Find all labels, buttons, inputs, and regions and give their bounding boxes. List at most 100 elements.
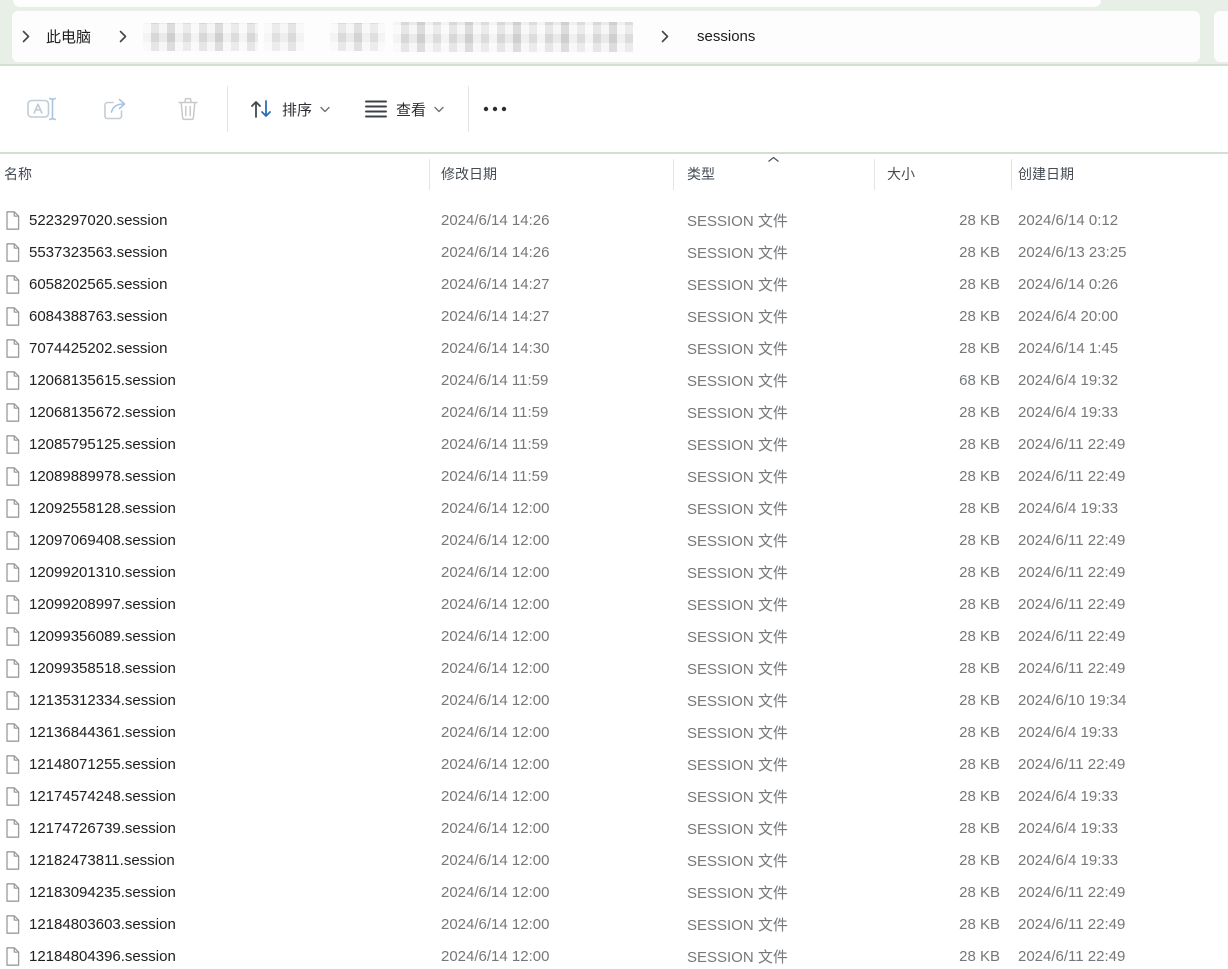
file-row[interactable]: 5223297020.session 2024/6/14 14:26 SESSI… bbox=[0, 204, 1228, 236]
file-size: 28 KB bbox=[874, 404, 1011, 421]
file-name: 5223297020.session bbox=[29, 212, 167, 229]
file-type: SESSION 文件 bbox=[674, 914, 874, 935]
view-button-label: 查看 bbox=[396, 99, 426, 120]
file-name: 5537323563.session bbox=[29, 244, 167, 261]
delete-button[interactable] bbox=[168, 89, 208, 129]
file-icon bbox=[5, 403, 20, 422]
sort-ascending-caret-icon bbox=[767, 156, 780, 163]
file-row[interactable]: 12089889978.session 2024/6/14 11:59 SESS… bbox=[0, 460, 1228, 492]
sort-button[interactable]: 排序 bbox=[242, 88, 336, 130]
file-row[interactable]: 12092558128.session 2024/6/14 12:00 SESS… bbox=[0, 492, 1228, 524]
file-modified: 2024/6/14 14:27 bbox=[430, 276, 674, 293]
file-created: 2024/6/11 22:49 bbox=[1011, 468, 1228, 485]
file-row[interactable]: 12099208997.session 2024/6/14 12:00 SESS… bbox=[0, 588, 1228, 620]
file-row[interactable]: 12097069408.session 2024/6/14 12:00 SESS… bbox=[0, 524, 1228, 556]
file-created: 2024/6/11 22:49 bbox=[1011, 564, 1228, 581]
rename-button[interactable] bbox=[22, 89, 62, 129]
search-box[interactable] bbox=[1214, 11, 1228, 62]
breadcrumb-chevron-icon[interactable] bbox=[119, 30, 127, 43]
file-row[interactable]: 12085795125.session 2024/6/14 11:59 SESS… bbox=[0, 428, 1228, 460]
file-list: 5223297020.session 2024/6/14 14:26 SESSI… bbox=[0, 194, 1228, 967]
column-resize-handle[interactable] bbox=[673, 159, 674, 190]
view-button[interactable]: 查看 bbox=[358, 88, 450, 130]
file-row[interactable]: 6084388763.session 2024/6/14 14:27 SESSI… bbox=[0, 300, 1228, 332]
breadcrumb-redacted-segment[interactable] bbox=[143, 23, 258, 51]
file-size: 28 KB bbox=[874, 852, 1011, 869]
file-row[interactable]: 12174574248.session 2024/6/14 12:00 SESS… bbox=[0, 780, 1228, 812]
file-row[interactable]: 6058202565.session 2024/6/14 14:27 SESSI… bbox=[0, 268, 1228, 300]
file-modified: 2024/6/14 12:00 bbox=[430, 916, 674, 933]
file-row[interactable]: 12068135672.session 2024/6/14 11:59 SESS… bbox=[0, 396, 1228, 428]
file-row[interactable]: 12099358518.session 2024/6/14 12:00 SESS… bbox=[0, 652, 1228, 684]
file-size: 28 KB bbox=[874, 532, 1011, 549]
file-icon bbox=[5, 819, 20, 838]
file-created: 2024/6/4 19:33 bbox=[1011, 500, 1228, 517]
file-name: 12136844361.session bbox=[29, 724, 176, 741]
share-button[interactable] bbox=[95, 89, 135, 129]
file-type: SESSION 文件 bbox=[674, 754, 874, 775]
file-name: 12135312334.session bbox=[29, 692, 176, 709]
breadcrumb-item-this-pc[interactable]: 此电脑 bbox=[46, 26, 91, 47]
file-name: 12099356089.session bbox=[29, 628, 176, 645]
file-row[interactable]: 5537323563.session 2024/6/14 14:26 SESSI… bbox=[0, 236, 1228, 268]
file-row[interactable]: 12135312334.session 2024/6/14 12:00 SESS… bbox=[0, 684, 1228, 716]
file-icon bbox=[5, 627, 20, 646]
breadcrumb-redacted-segment[interactable] bbox=[330, 23, 385, 51]
file-size: 68 KB bbox=[874, 372, 1011, 389]
file-row[interactable]: 12068135615.session 2024/6/14 11:59 SESS… bbox=[0, 364, 1228, 396]
column-header-modified[interactable]: 修改日期 bbox=[430, 164, 674, 184]
file-size: 28 KB bbox=[874, 212, 1011, 229]
file-row[interactable]: 12148071255.session 2024/6/14 12:00 SESS… bbox=[0, 748, 1228, 780]
file-icon bbox=[5, 915, 20, 934]
column-resize-handle[interactable] bbox=[874, 159, 875, 190]
file-row[interactable]: 12183094235.session 2024/6/14 12:00 SESS… bbox=[0, 876, 1228, 908]
file-modified: 2024/6/14 12:00 bbox=[430, 884, 674, 901]
file-icon bbox=[5, 275, 20, 294]
file-name: 12183094235.session bbox=[29, 884, 176, 901]
more-options-button[interactable] bbox=[475, 89, 515, 129]
file-modified: 2024/6/14 12:00 bbox=[430, 820, 674, 837]
breadcrumb-chevron-icon[interactable] bbox=[22, 30, 30, 43]
file-created: 2024/6/14 0:12 bbox=[1011, 212, 1228, 229]
file-modified: 2024/6/14 12:00 bbox=[430, 948, 674, 965]
column-resize-handle[interactable] bbox=[1011, 159, 1012, 190]
file-created: 2024/6/4 19:33 bbox=[1011, 788, 1228, 805]
file-row[interactable]: 7074425202.session 2024/6/14 14:30 SESSI… bbox=[0, 332, 1228, 364]
file-row[interactable]: 12136844361.session 2024/6/14 12:00 SESS… bbox=[0, 716, 1228, 748]
file-size: 28 KB bbox=[874, 724, 1011, 741]
file-type: SESSION 文件 bbox=[674, 946, 874, 967]
file-row[interactable]: 12182473811.session 2024/6/14 12:00 SESS… bbox=[0, 844, 1228, 876]
file-row[interactable]: 12184804396.session 2024/6/14 12:00 SESS… bbox=[0, 940, 1228, 967]
file-created: 2024/6/13 23:25 bbox=[1011, 244, 1228, 261]
breadcrumb-item-sessions[interactable]: sessions bbox=[697, 28, 755, 45]
file-created: 2024/6/11 22:49 bbox=[1011, 756, 1228, 773]
file-row[interactable]: 12174726739.session 2024/6/14 12:00 SESS… bbox=[0, 812, 1228, 844]
column-header-size[interactable]: 大小 bbox=[874, 164, 1011, 184]
file-size: 28 KB bbox=[874, 884, 1011, 901]
column-resize-handle[interactable] bbox=[429, 159, 430, 190]
address-bar[interactable]: 此电脑 sessions bbox=[12, 11, 1200, 62]
file-row[interactable]: 12184803603.session 2024/6/14 12:00 SESS… bbox=[0, 908, 1228, 940]
file-row[interactable]: 12099201310.session 2024/6/14 12:00 SESS… bbox=[0, 556, 1228, 588]
column-header-name[interactable]: 名称 bbox=[0, 164, 430, 184]
file-type: SESSION 文件 bbox=[674, 690, 874, 711]
file-icon bbox=[5, 947, 20, 966]
toolbar: 排序 查看 bbox=[0, 66, 1228, 154]
file-name: 12174574248.session bbox=[29, 788, 176, 805]
file-name: 12184804396.session bbox=[29, 948, 176, 965]
file-type: SESSION 文件 bbox=[674, 242, 874, 263]
more-options-icon bbox=[481, 96, 509, 122]
file-name: 12089889978.session bbox=[29, 468, 176, 485]
file-created: 2024/6/11 22:49 bbox=[1011, 596, 1228, 613]
file-created: 2024/6/4 19:33 bbox=[1011, 724, 1228, 741]
file-row[interactable]: 12099356089.session 2024/6/14 12:00 SESS… bbox=[0, 620, 1228, 652]
file-type: SESSION 文件 bbox=[674, 818, 874, 839]
column-header-created[interactable]: 创建日期 bbox=[1011, 164, 1228, 184]
file-name: 12099208997.session bbox=[29, 596, 176, 613]
file-icon bbox=[5, 499, 20, 518]
breadcrumb-chevron-icon[interactable] bbox=[661, 30, 669, 43]
breadcrumb-redacted-segment[interactable] bbox=[393, 22, 633, 52]
breadcrumb-redacted-segment[interactable] bbox=[264, 23, 304, 51]
column-header-type[interactable]: 类型 bbox=[674, 164, 874, 184]
file-modified: 2024/6/14 12:00 bbox=[430, 756, 674, 773]
